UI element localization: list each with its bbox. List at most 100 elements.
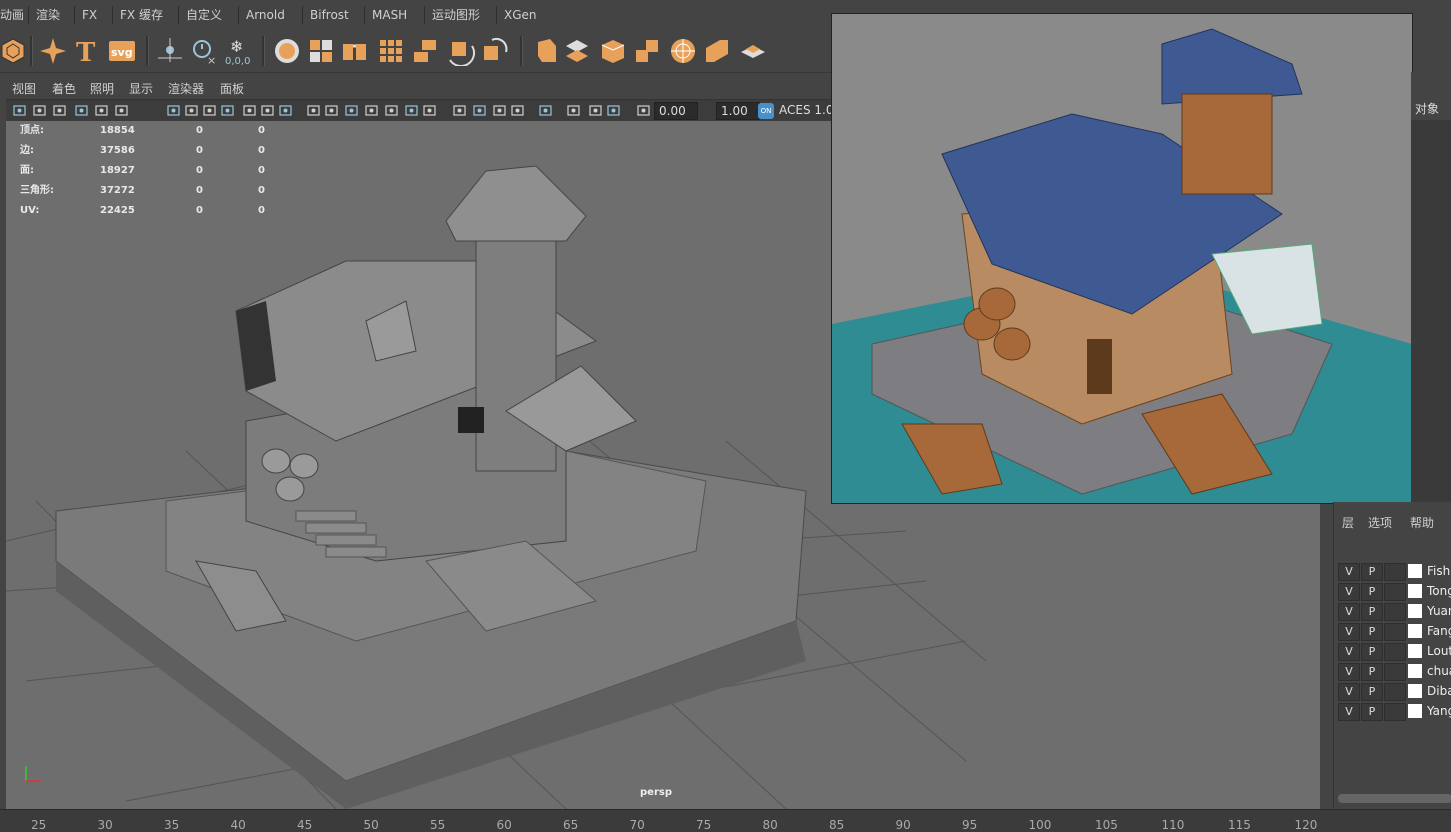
safe-action-icon[interactable]	[260, 103, 275, 118]
layer-playback-toggle[interactable]: P	[1361, 563, 1383, 581]
layer-menu-1[interactable]: 选项	[1368, 514, 1392, 531]
layer-visibility-toggle[interactable]: V	[1338, 683, 1360, 701]
layer-menu-2[interactable]: 帮助	[1410, 514, 1434, 531]
layer-playback-toggle[interactable]: P	[1361, 703, 1383, 721]
viewport-menu-5[interactable]: 面板	[220, 80, 244, 97]
menu-3[interactable]: FX 缓存	[114, 4, 169, 26]
layer-display-type[interactable]	[1384, 583, 1406, 601]
bookmark-icon[interactable]	[74, 103, 89, 118]
field-chart-icon[interactable]	[242, 103, 257, 118]
layer-color-swatch[interactable]	[1408, 604, 1422, 618]
layer-playback-toggle[interactable]: P	[1361, 643, 1383, 661]
viewport-menu-3[interactable]: 显示	[129, 80, 153, 97]
resolution-gate-icon[interactable]	[202, 103, 217, 118]
layer-color-swatch[interactable]	[1408, 704, 1422, 718]
layer-visibility-toggle[interactable]: V	[1338, 603, 1360, 621]
layer-playback-toggle[interactable]: P	[1361, 583, 1383, 601]
layer-display-type[interactable]	[1384, 563, 1406, 581]
grid-icon[interactable]	[376, 36, 406, 66]
color-space-label[interactable]: ACES 1.0	[779, 103, 833, 117]
layer-visibility-toggle[interactable]: V	[1338, 583, 1360, 601]
layer-color-swatch[interactable]	[1408, 644, 1422, 658]
boolean-icon[interactable]	[480, 36, 510, 66]
exposure-field[interactable]: 0.00	[654, 102, 698, 120]
select-camera-icon[interactable]	[12, 103, 27, 118]
menu-1[interactable]: 渲染	[30, 4, 66, 26]
layer-color-swatch[interactable]	[1408, 624, 1422, 638]
exposure-icon[interactable]	[606, 103, 621, 118]
layer-name[interactable]: Diba	[1427, 683, 1451, 700]
uv-icon[interactable]	[702, 36, 732, 66]
layer-row[interactable]: V P Lout	[1338, 643, 1451, 661]
rotate-icon[interactable]	[446, 36, 476, 67]
menu-6[interactable]: Bifrost	[304, 4, 355, 26]
xray-icon[interactable]	[538, 103, 553, 118]
poly-sphere-icon[interactable]	[0, 36, 28, 66]
viewport-menu-1[interactable]: 着色	[52, 80, 76, 97]
shadows-icon[interactable]	[404, 103, 419, 118]
sparkle-icon[interactable]	[38, 36, 68, 66]
svg-icon[interactable]: svg	[108, 36, 138, 66]
wireframe-icon[interactable]	[306, 103, 321, 118]
layer-color-swatch[interactable]	[1408, 564, 1422, 578]
layer-visibility-toggle[interactable]: V	[1338, 703, 1360, 721]
menu-5[interactable]: Arnold	[240, 4, 291, 26]
viewport-menu-4[interactable]: 渲染器	[168, 80, 204, 97]
isolate-select-icon[interactable]	[510, 103, 525, 118]
gamma-icon[interactable]	[636, 103, 651, 118]
layer-playback-toggle[interactable]: P	[1361, 683, 1383, 701]
stopwatch-icon[interactable]: ×	[190, 36, 220, 67]
menu-2[interactable]: FX	[76, 4, 103, 26]
anti-alias-icon[interactable]	[472, 103, 487, 118]
layer-color-swatch[interactable]	[1408, 664, 1422, 678]
textured-icon[interactable]	[364, 103, 379, 118]
plane-icon[interactable]	[272, 36, 302, 66]
layer-display-type[interactable]	[1384, 623, 1406, 641]
layer-name[interactable]: Fang	[1427, 623, 1451, 640]
color-management-toggle-icon[interactable]: ON	[758, 103, 774, 119]
lights-icon[interactable]	[384, 103, 399, 118]
layer-row[interactable]: VP Fang	[1338, 623, 1451, 641]
layer-playback-toggle[interactable]: P	[1361, 663, 1383, 681]
viewport-menu-0[interactable]: 视图	[12, 80, 36, 97]
layer-playback-toggle[interactable]: P	[1361, 603, 1383, 621]
locator-icon[interactable]	[156, 36, 186, 66]
soccer-ball-icon[interactable]	[598, 36, 628, 66]
lock-camera-icon[interactable]	[32, 103, 47, 118]
layer-visibility-toggle[interactable]: V	[1338, 563, 1360, 581]
layer-row[interactable]: V P Fish	[1338, 563, 1451, 581]
snowflake-icon[interactable]: ❄ 0,0,0	[224, 36, 256, 67]
split-icon[interactable]	[532, 36, 562, 66]
box-icon[interactable]	[738, 36, 768, 66]
depth-of-field-icon[interactable]	[492, 103, 507, 118]
layer-visibility-toggle[interactable]: V	[1338, 623, 1360, 641]
extrude-icon[interactable]	[340, 36, 370, 66]
menu-7[interactable]: MASH	[366, 4, 413, 26]
layer-display-type[interactable]	[1384, 603, 1406, 621]
xray-components-icon[interactable]	[588, 103, 603, 118]
image-plane-icon[interactable]	[94, 103, 109, 118]
layer-row[interactable]: V P Diba	[1338, 683, 1451, 701]
viewport-menu-2[interactable]: 照明	[90, 80, 114, 97]
layer-row[interactable]: VP Yuan	[1338, 603, 1451, 621]
reference-image[interactable]	[831, 13, 1413, 504]
menu-8[interactable]: 运动图形	[426, 4, 486, 26]
fold-icon[interactable]	[668, 36, 698, 66]
layer-menu-0[interactable]: 层	[1342, 514, 1354, 531]
outliner-area[interactable]	[1411, 120, 1451, 502]
layer-visibility-toggle[interactable]: V	[1338, 663, 1360, 681]
layer-playback-toggle[interactable]: P	[1361, 623, 1383, 641]
layer-row[interactable]: VP Yang	[1338, 703, 1451, 721]
layer-name[interactable]: Yuan	[1427, 603, 1451, 620]
layer-row[interactable]: VPchua	[1338, 663, 1451, 681]
menu-0[interactable]: 动画	[0, 4, 30, 26]
layer-scrollbar[interactable]	[1338, 794, 1451, 803]
layer-name[interactable]: Yang	[1427, 703, 1451, 720]
grease-pencil-icon[interactable]	[114, 103, 129, 118]
gate-mask-icon[interactable]	[220, 103, 235, 118]
layer-display-type[interactable]	[1384, 643, 1406, 661]
layer-display-type[interactable]	[1384, 703, 1406, 721]
text-icon[interactable]: T	[72, 36, 102, 68]
layer-name[interactable]: Fish	[1427, 563, 1450, 580]
layer-name[interactable]: Lout	[1427, 643, 1451, 660]
